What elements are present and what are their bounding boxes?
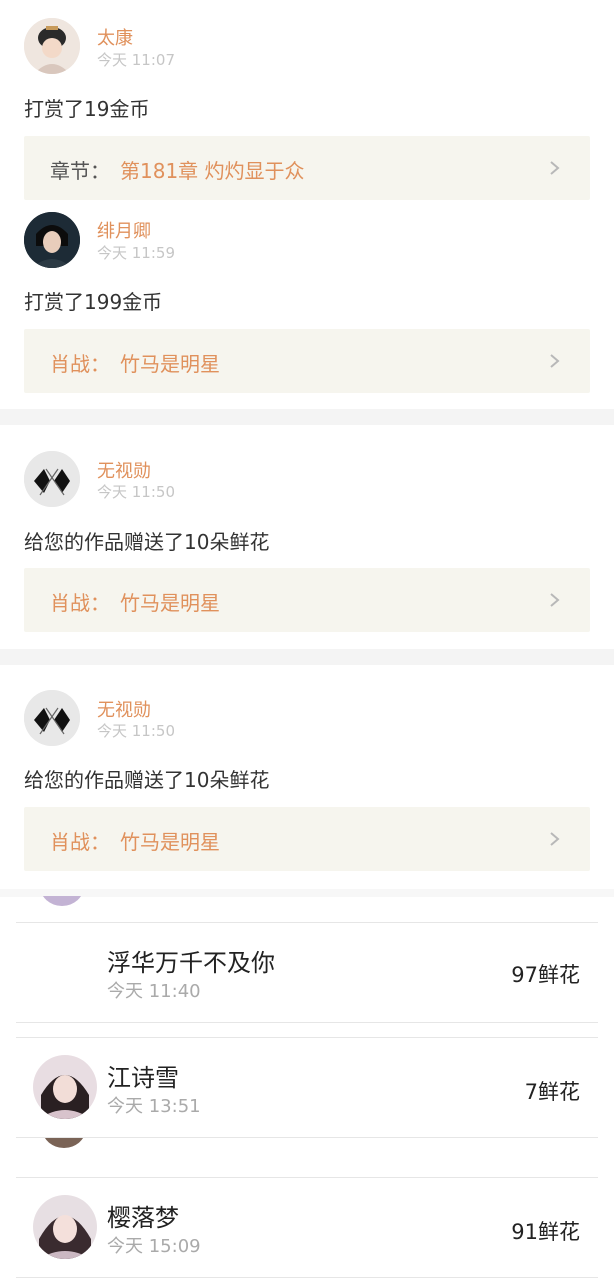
chevron-right-icon: [550, 354, 560, 368]
work-link[interactable]: 肖战： 竹马是明星: [24, 329, 590, 393]
post-time: 今天 11:50: [97, 722, 175, 740]
link-prefix: 肖战：: [50, 591, 110, 615]
section-separator: [0, 649, 614, 665]
crossed-flags-icon: [24, 690, 80, 746]
donor-name: 樱落梦: [107, 1204, 179, 1232]
user-avatar[interactable]: [24, 690, 80, 746]
donor-time: 今天 13:51: [107, 1096, 201, 1117]
feed-card-4: 无视勋 今天 11:50 给您的作品赠送了10朵鲜花 肖战： 竹马是明星: [0, 665, 614, 889]
avatar-partial: [40, 896, 84, 906]
link-prefix: 肖战：: [50, 352, 110, 376]
feed-card-3: 无视勋 今天 11:50 给您的作品赠送了10朵鲜花 肖战： 竹马是明星: [0, 425, 614, 649]
list-item[interactable]: 樱落梦 今天 15:09 91鲜花: [16, 1178, 598, 1277]
list-item[interactable]: 江诗雪 今天 13:51 7鲜花: [16, 1038, 598, 1137]
feed-card-2: 绯月卿 今天 11:59 打赏了199金币 肖战： 竹马是明星: [0, 200, 614, 408]
chevron-right-icon: [550, 593, 560, 607]
section-separator: [0, 409, 614, 425]
flower-count: 7鲜花: [524, 1080, 580, 1104]
post-time: 今天 11:59: [97, 244, 175, 262]
donor-name: 浮华万千不及你: [107, 949, 275, 977]
avatar-partial: [42, 1138, 86, 1148]
action-text: 打赏了199金币: [24, 290, 163, 314]
donor-time: 今天 15:09: [107, 1236, 201, 1257]
feed-card-1: 太康 今天 11:07 打赏了19金币 章节： 第181章 灼灼显于众: [0, 0, 614, 200]
link-title: 竹马是明星: [120, 352, 220, 376]
user-name[interactable]: 无视勋: [97, 696, 151, 722]
donor-name: 江诗雪: [107, 1064, 179, 1092]
action-text: 给您的作品赠送了10朵鲜花: [24, 768, 270, 792]
link-title: 竹马是明星: [120, 830, 220, 854]
user-name[interactable]: 太康: [97, 24, 133, 50]
user-avatar[interactable]: [24, 18, 80, 74]
list-item[interactable]: 浮华万千不及你 今天 11:40 97鲜花: [16, 923, 598, 1022]
work-link[interactable]: 肖战： 竹马是明星: [24, 807, 590, 871]
post-time: 今天 11:50: [97, 483, 175, 501]
chevron-right-icon: [550, 832, 560, 846]
crossed-flags-icon: [24, 451, 80, 507]
chevron-right-icon: [550, 161, 560, 175]
link-prefix: 章节：: [50, 159, 110, 183]
flower-count: 91鲜花: [511, 1220, 580, 1244]
section-separator: [0, 1162, 614, 1177]
user-name[interactable]: 无视勋: [97, 457, 151, 483]
avatar[interactable]: [33, 1195, 97, 1259]
section-separator: [0, 1023, 614, 1037]
row-divider: [16, 1277, 598, 1278]
list-item-partial: [16, 896, 598, 922]
donor-time: 今天 11:40: [107, 981, 201, 1002]
flower-count: 97鲜花: [511, 963, 580, 987]
post-time: 今天 11:07: [97, 51, 175, 69]
user-name[interactable]: 绯月卿: [97, 217, 151, 243]
list-item-partial: [16, 1138, 598, 1162]
link-prefix: 肖战：: [50, 830, 110, 854]
link-title: 竹马是明星: [120, 591, 220, 615]
avatar[interactable]: [33, 1055, 97, 1119]
user-avatar[interactable]: [24, 212, 80, 268]
user-avatar[interactable]: [24, 451, 80, 507]
link-title: 第181章 灼灼显于众: [120, 159, 305, 183]
action-text: 给您的作品赠送了10朵鲜花: [24, 530, 270, 554]
work-link[interactable]: 肖战： 竹马是明星: [24, 568, 590, 632]
chapter-link[interactable]: 章节： 第181章 灼灼显于众: [24, 136, 590, 200]
action-text: 打赏了19金币: [24, 97, 150, 121]
